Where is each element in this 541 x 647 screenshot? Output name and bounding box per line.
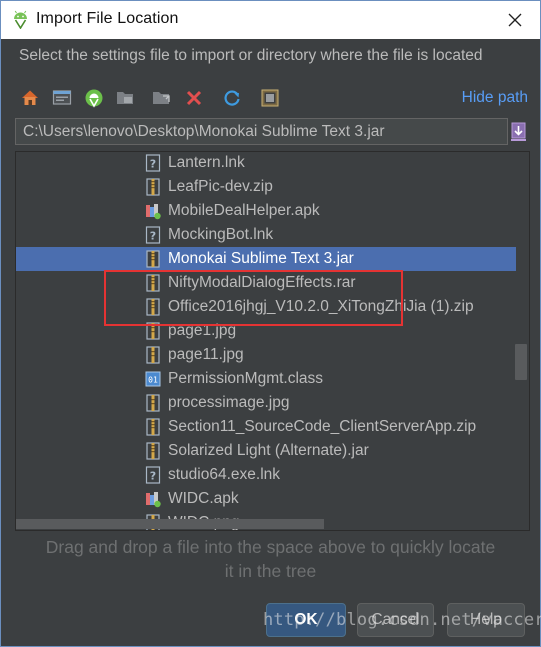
android-studio-icon [14,10,27,29]
tree-row-label: Solarized Light (Alternate).jar [168,442,369,459]
unknown-file-icon: ? [145,466,161,484]
dialog-body: Select the settings file to import or di… [1,39,541,646]
archive-icon [145,178,161,196]
tree-row-label: MockingBot.lnk [168,226,274,243]
drag-drop-hint: Drag and drop a file into the space abov… [1,535,540,583]
tree-row-label: studio64.exe.lnk [168,466,281,483]
tree-row[interactable]: MobileDealHelper.apk [16,199,516,223]
svg-text:?: ? [150,158,156,171]
module-folder-icon[interactable] [115,87,137,109]
image-file-icon [145,322,161,340]
tree-row-label: WIDC.apk [168,490,239,507]
tree-row[interactable]: Section11_SourceCode_ClientServerApp.zip [16,415,516,439]
tree-row-label: Office2016jhgj_V10.2.0_XiTongZhiJia (1).… [168,298,474,315]
tree-row-label: Monokai Sublime Text 3.jar [168,250,354,267]
tree-row[interactable]: ? studio64.exe.lnk [16,463,516,487]
tree-row-label: Section11_SourceCode_ClientServerApp.zip [168,418,477,435]
hint-line-2: it in the tree [224,561,317,581]
home-icon[interactable] [19,87,41,109]
hint-line-1: Drag and drop a file into the space abov… [45,537,496,557]
svg-text:?: ? [150,230,156,243]
path-history-icon[interactable] [509,121,529,143]
tree-row-label: page1.jpg [168,322,237,339]
tree-row[interactable]: processimage.jpg [16,391,516,415]
tree-row[interactable]: ? Lantern.lnk [16,152,516,175]
android-project-icon[interactable] [83,87,105,109]
tree-row-label: PermissionMgmt.class [168,370,324,387]
tree-row-label: NiftyModalDialogEffects.rar [168,274,356,291]
tree-row[interactable]: WIDC.apk [16,487,516,511]
archive-icon [145,418,161,436]
class-file-icon: 01 [145,370,161,388]
tree-row[interactable]: page11.jpg [16,343,516,367]
path-field[interactable] [15,118,508,145]
import-file-location-dialog: Import File Location Select the settings… [0,0,541,647]
refresh-icon[interactable] [221,87,243,109]
apk-icon [145,490,161,508]
horizontal-scrollbar-thumb[interactable] [16,519,324,529]
tree-row[interactable]: 01 PermissionMgmt.class [16,367,516,391]
unknown-file-icon: ? [145,226,161,244]
tree-row[interactable]: LeafPic-dev.zip [16,175,516,199]
archive-icon [145,442,161,460]
cancel-button[interactable]: Cancel [357,603,434,637]
title-bar: Import File Location [1,1,540,39]
vertical-scrollbar-thumb[interactable] [515,344,527,380]
hide-path-link[interactable]: Hide path [462,89,528,107]
archive-icon [145,298,161,316]
new-folder-icon[interactable] [151,87,173,109]
tree-row[interactable]: Solarized Light (Alternate).jar [16,439,516,463]
dialog-description: Select the settings file to import or di… [19,47,483,64]
tree-row-label: processimage.jpg [168,394,290,411]
tree-row[interactable]: ? MockingBot.lnk [16,223,516,247]
tree-row-label: MobileDealHelper.apk [168,202,320,219]
tree-row[interactable]: NiftyModalDialogEffects.rar [16,271,516,295]
svg-text:01: 01 [148,376,158,385]
unknown-file-icon: ? [145,154,161,172]
tree-row-label: LeafPic-dev.zip [168,178,273,195]
tree-row-label: page11.jpg [168,346,244,363]
tree-row[interactable]: page1.jpg [16,319,516,343]
apk-icon [145,202,161,220]
show-hidden-icon[interactable] [259,87,281,109]
delete-icon[interactable] [183,87,205,109]
archive-icon [145,250,161,268]
image-file-icon [145,346,161,364]
tree-row[interactable]: Office2016jhgj_V10.2.0_XiTongZhiJia (1).… [16,295,516,319]
archive-icon [145,274,161,292]
help-button[interactable]: Help [447,603,525,637]
file-tree[interactable]: WIDC.pngWIDC.apk?studio64.exe.lnkSolariz… [15,151,530,531]
ok-button[interactable]: OK [266,603,346,637]
image-file-icon [145,394,161,412]
window-title: Import File Location [36,10,179,27]
tree-row-label: Lantern.lnk [168,154,245,171]
tree-row[interactable]: Monokai Sublime Text 3.jar [16,247,516,271]
desktop-icon[interactable] [51,87,73,109]
close-icon[interactable] [500,5,530,35]
path-input[interactable] [16,119,507,144]
svg-text:?: ? [150,470,156,483]
